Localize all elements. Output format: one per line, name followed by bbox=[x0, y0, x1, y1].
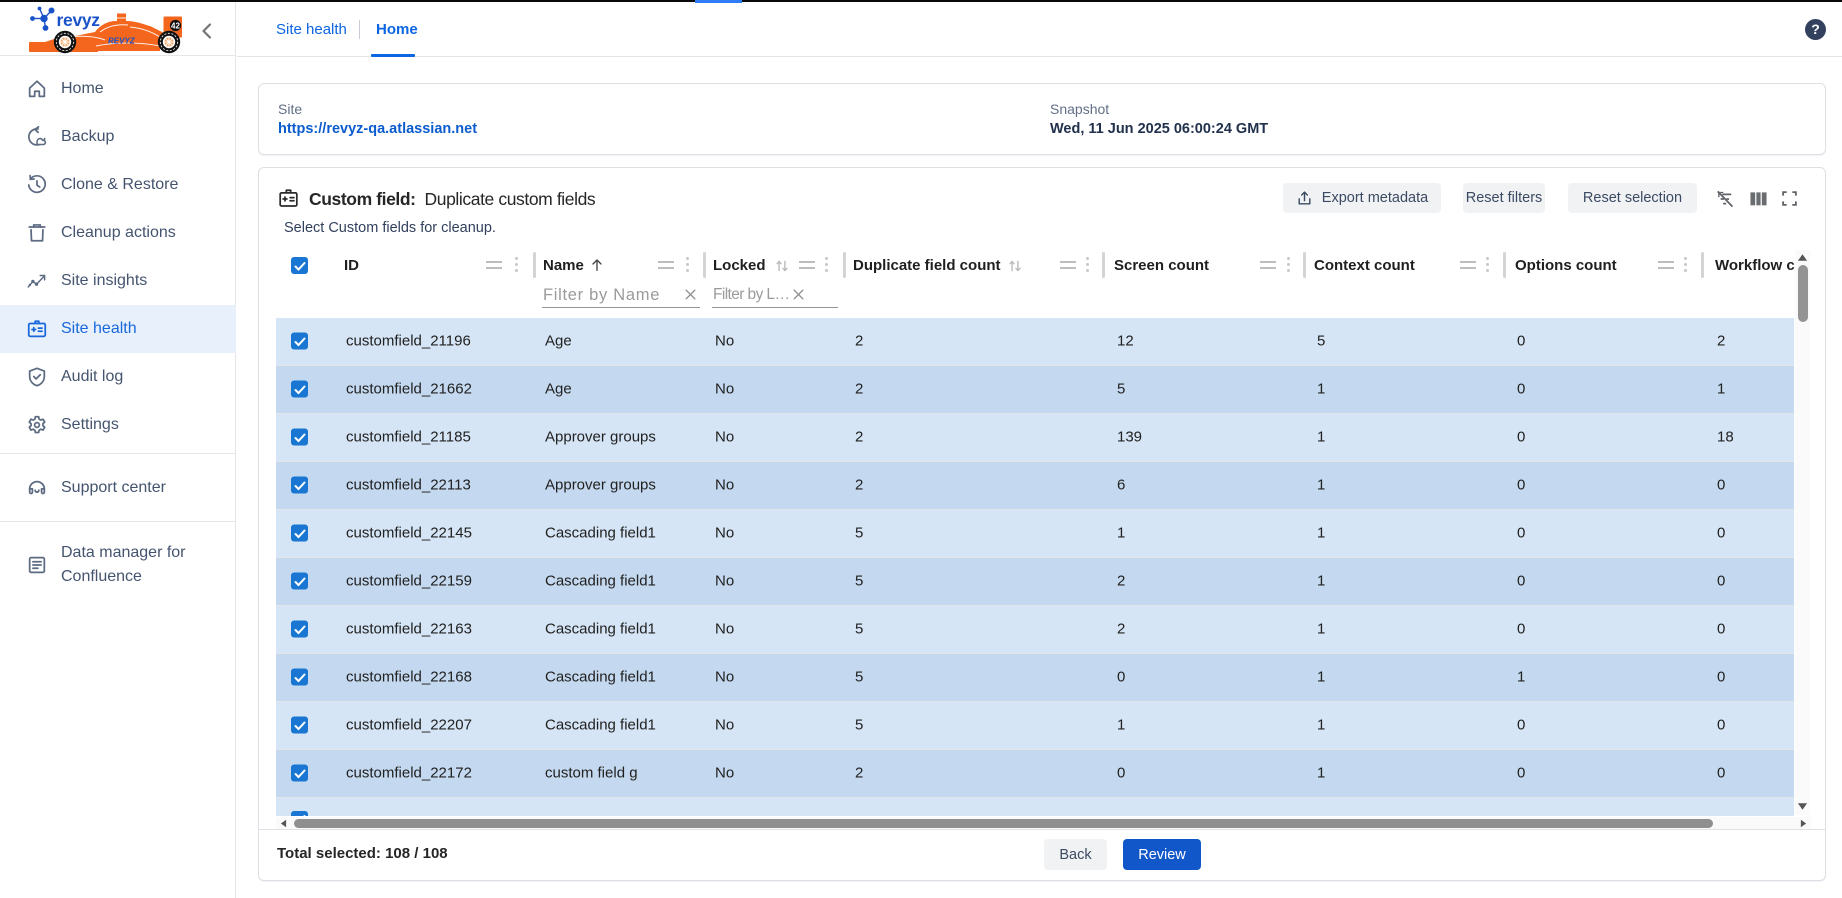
svg-text:REVYZ: REVYZ bbox=[108, 37, 136, 46]
svg-text:revyz: revyz bbox=[57, 10, 101, 30]
svg-text:42: 42 bbox=[171, 22, 180, 31]
